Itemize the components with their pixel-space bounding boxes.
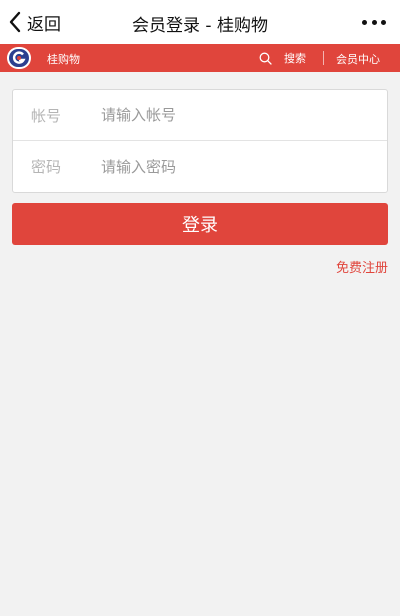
top-nav-bar: 返回 会员登录 - 桂购物 (0, 0, 400, 44)
brand-name[interactable]: 桂购物 (47, 51, 80, 67)
search-label: 搜索 (284, 52, 306, 65)
register-link[interactable]: 免费注册 (336, 257, 388, 276)
more-button[interactable] (362, 14, 386, 30)
search-button[interactable]: 搜索 (259, 49, 306, 67)
password-row: 密码 (13, 141, 387, 192)
login-form: 帐号 密码 (12, 89, 388, 193)
more-dots-icon (362, 19, 367, 25)
header-divider (323, 51, 324, 65)
member-center-link[interactable]: 会员中心 (336, 51, 380, 67)
site-header: 桂购物 搜索 会员中心 (0, 44, 400, 72)
page-title: 会员登录 - 桂购物 (132, 16, 268, 36)
login-button[interactable]: 登录 (12, 203, 388, 245)
password-label: 密码 (31, 158, 62, 176)
more-dots-icon (381, 19, 386, 25)
account-input[interactable] (101, 100, 371, 130)
password-input[interactable] (101, 151, 371, 182)
more-dots-icon (371, 19, 377, 25)
search-icon (259, 52, 272, 65)
account-label: 帐号 (31, 106, 62, 125)
account-row: 帐号 (13, 90, 387, 141)
logo-g-icon[interactable] (6, 46, 32, 70)
